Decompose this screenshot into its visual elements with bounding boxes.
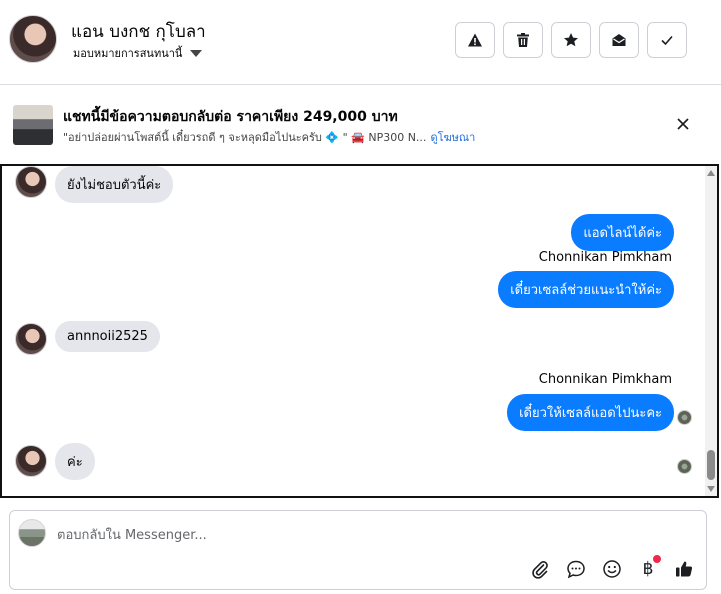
ad-title: แชทนี้มีข้อความตอบกลับต่อ ราคาเพียง 249,…: [63, 109, 398, 125]
view-ad-link[interactable]: ดูโฆษณา: [430, 131, 475, 144]
scroll-down-arrow-icon[interactable]: [707, 486, 715, 492]
warning-icon: [468, 33, 482, 47]
smiley-icon: [603, 560, 621, 578]
reply-input[interactable]: [57, 526, 657, 544]
saved-replies-button[interactable]: [565, 558, 587, 580]
outgoing-message: เดี๋ยวให้เซลล์แอดไปนะคะ: [507, 394, 674, 431]
check-icon: [661, 35, 673, 46]
sender-name: Chonnikan Pimkham: [538, 250, 672, 265]
contact-avatar[interactable]: [9, 15, 57, 63]
close-ad-button[interactable]: [673, 114, 693, 134]
mark-done-button[interactable]: [647, 22, 687, 58]
ad-thumbnail[interactable]: [13, 105, 53, 145]
ad-subtitle-text: "อย่าปล่อยผ่านโพสต์นี้ เดี๋ยวรถดี ๆ จะหล…: [63, 131, 427, 144]
scrollbar[interactable]: [705, 166, 717, 496]
page-avatar: [18, 519, 46, 547]
message-thread[interactable]: ยังไม่ชอบตัวนี้ค่ะ แอดไลน์ได้ค่ะ Chonnik…: [0, 164, 719, 498]
outgoing-message: เดี๋ยวเซลล์ช่วยแนะนำให้ค่ะ: [498, 271, 674, 308]
seen-receipt-avatar: [677, 459, 692, 474]
ad-subtitle: "อย่าปล่อยผ่านโพสต์นี้ เดี๋ยวรถดี ๆ จะหล…: [63, 128, 475, 146]
sender-name: Chonnikan Pimkham: [538, 372, 672, 387]
scroll-thumb[interactable]: [707, 450, 715, 480]
thumbs-up-icon: [676, 561, 693, 577]
incoming-message: ยังไม่ชอบตัวนี้ค่ะ: [55, 166, 174, 203]
mark-unread-button[interactable]: [599, 22, 639, 58]
delete-button[interactable]: [503, 22, 543, 58]
contact-message-avatar[interactable]: [15, 445, 47, 477]
chat-bubble-icon: [567, 560, 585, 579]
attach-button[interactable]: [529, 558, 551, 580]
envelope-open-icon: [612, 34, 626, 46]
emoji-button[interactable]: [601, 558, 623, 580]
report-button[interactable]: [455, 22, 495, 58]
star-icon: [564, 33, 578, 47]
incoming-message: annnoii2525: [55, 321, 160, 352]
scroll-up-arrow-icon[interactable]: [707, 170, 715, 176]
notification-dot: [653, 555, 661, 563]
seen-receipt-avatar: [677, 410, 692, 425]
incoming-message: ค่ะ: [55, 443, 95, 480]
like-button[interactable]: [673, 558, 695, 580]
star-button[interactable]: [551, 22, 591, 58]
baht-icon: ฿: [642, 559, 654, 579]
contact-message-avatar[interactable]: [15, 166, 47, 198]
assign-label: มอบหมายการสนทนานี้: [73, 47, 183, 60]
contact-name: แอน บงกช กุโบลา: [71, 22, 206, 42]
outgoing-message: แอดไลน์ได้ค่ะ: [571, 214, 674, 251]
contact-message-avatar[interactable]: [15, 323, 47, 355]
assign-conversation-dropdown[interactable]: มอบหมายการสนทนานี้: [73, 44, 203, 62]
trash-icon: [517, 33, 529, 47]
caret-down-icon: [190, 49, 203, 57]
paperclip-icon: [532, 561, 548, 579]
close-icon: [677, 118, 689, 130]
